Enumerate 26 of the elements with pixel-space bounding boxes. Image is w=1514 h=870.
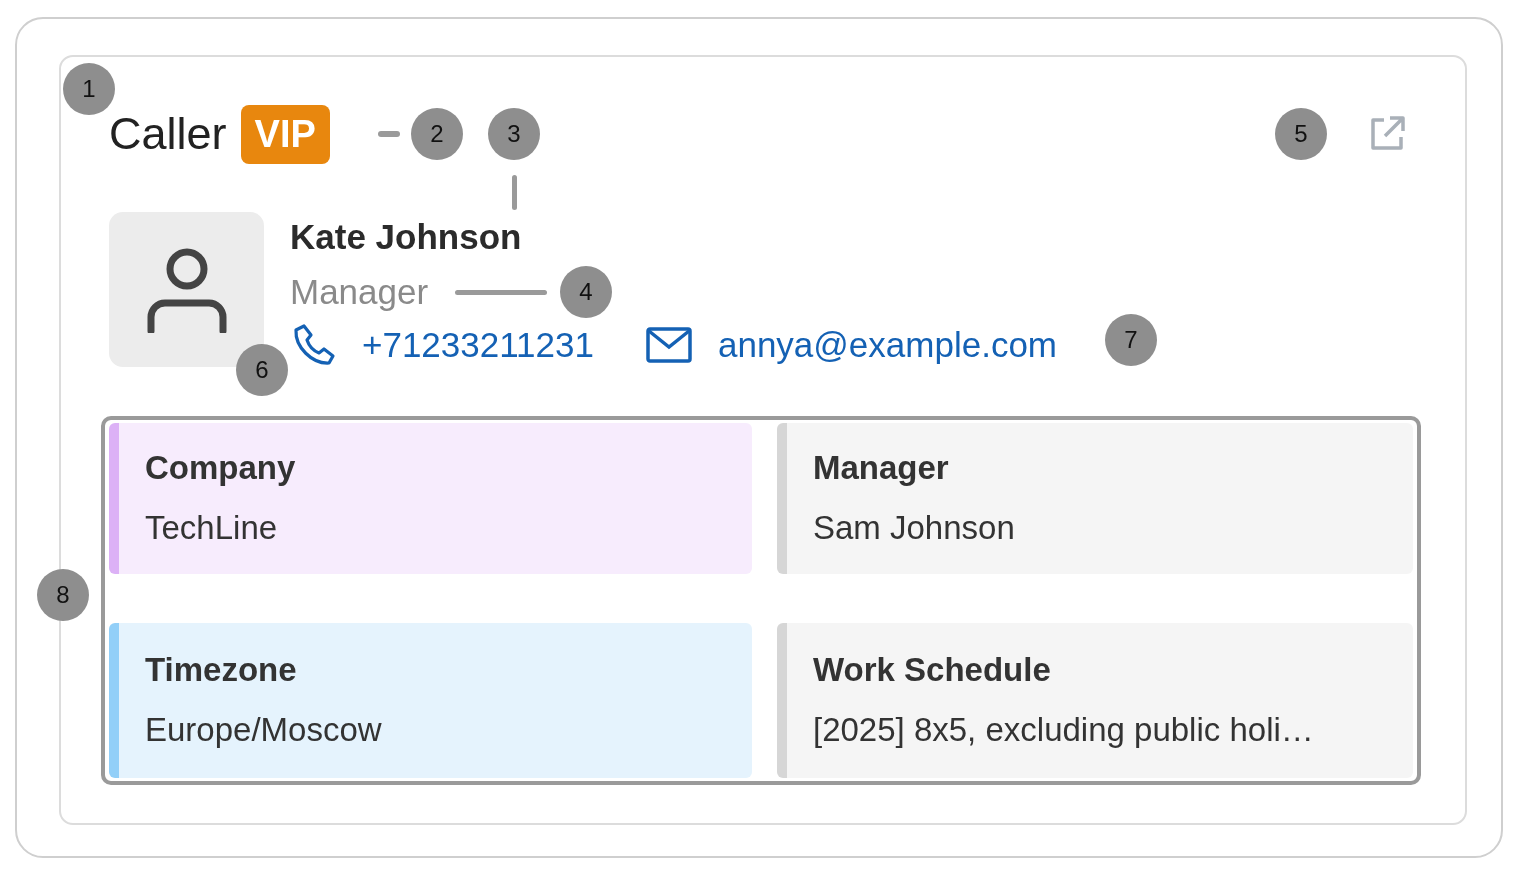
- leader-line: [378, 131, 400, 137]
- person-icon: [146, 246, 227, 333]
- field-label: Timezone: [145, 650, 298, 690]
- callout-marker: 3: [488, 108, 540, 160]
- leader-line: [512, 175, 517, 210]
- contact-role: Manager: [290, 271, 429, 313]
- callout-marker: 1: [63, 63, 115, 115]
- phone-link[interactable]: +71233211231: [362, 325, 594, 365]
- phone-icon: [292, 323, 336, 367]
- vip-badge: VIP: [240, 104, 330, 164]
- field-label: Manager: [813, 448, 950, 488]
- callout-marker: 5: [1275, 108, 1327, 160]
- field-value: [2025] 8x5, excluding public holi…: [813, 710, 1315, 750]
- callout-marker: 6: [236, 344, 288, 396]
- contact-name: Kate Johnson: [290, 216, 522, 258]
- field-label: Work Schedule: [813, 650, 1052, 690]
- email-link[interactable]: annya@example.com: [717, 325, 1057, 365]
- callout-marker: 7: [1105, 314, 1157, 366]
- field-label: Company: [145, 448, 297, 488]
- mail-icon: [645, 327, 692, 363]
- field-value: Europe/Moscow: [145, 710, 383, 750]
- field-value: Sam Johnson: [813, 508, 1016, 548]
- callout-marker: 8: [37, 569, 89, 621]
- callout-marker: 4: [560, 266, 612, 318]
- callout-marker: 2: [411, 108, 463, 160]
- field-value: TechLine: [145, 508, 279, 548]
